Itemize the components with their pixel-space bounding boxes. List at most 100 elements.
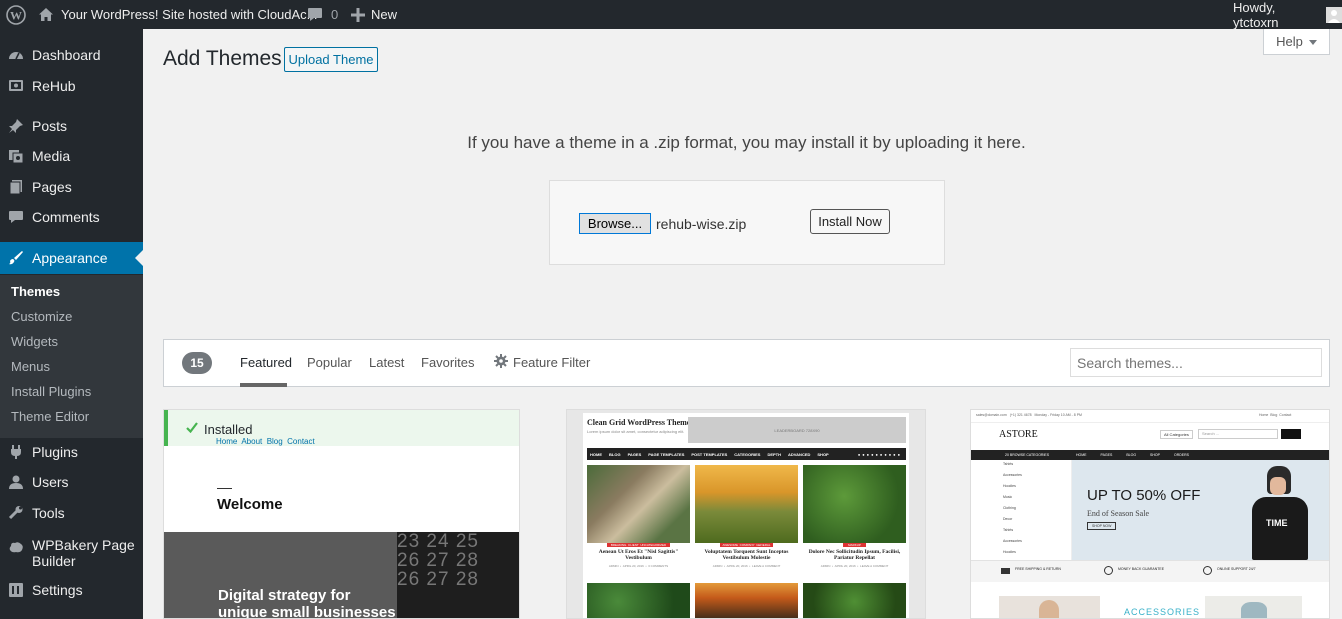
upload-form: Browse... rehub-wise.zip Install Now xyxy=(549,180,945,265)
post-meta: ADMIN • APRIL 20, 2016 • LEAVE A COMMENT xyxy=(712,564,781,568)
submenu-menus[interactable]: Menus xyxy=(11,359,50,374)
sidebar-item-label: Comments xyxy=(32,209,100,225)
preview-topbar-right: Home Blog Contact xyxy=(1259,413,1292,417)
preview-feature: FREE SHIPPING & RETURN xyxy=(1015,567,1061,571)
preview-category: Accessories xyxy=(1003,473,1022,477)
preview-promo-button: SHOP NOW xyxy=(1087,522,1117,530)
sidebar-item-tools[interactable]: Tools xyxy=(0,497,143,529)
tab-featured[interactable]: Featured xyxy=(240,355,292,370)
selected-file-name: rehub-wise.zip xyxy=(656,216,747,232)
sidebar-item-wpbakery[interactable]: WPBakery Page Builder xyxy=(0,534,143,574)
sidebar-item-posts[interactable]: Posts xyxy=(0,110,143,142)
preview-category-list: Tshirts Accessories Hoodies Music Clothi… xyxy=(999,460,1072,560)
search-themes-input[interactable] xyxy=(1070,348,1322,377)
comments-link[interactable]: 0 xyxy=(307,0,338,29)
tab-popular[interactable]: Popular xyxy=(307,355,352,370)
brush-icon xyxy=(8,250,24,266)
help-label: Help xyxy=(1276,34,1303,49)
submenu-themes[interactable]: Themes xyxy=(11,284,60,299)
help-tab-button[interactable]: Help xyxy=(1263,29,1330,55)
plus-icon xyxy=(351,7,365,22)
post-image-4 xyxy=(587,583,690,618)
gear-icon xyxy=(494,354,508,371)
submenu-customize[interactable]: Customize xyxy=(11,309,72,324)
preview-nav-item: BLOG xyxy=(1126,453,1137,457)
feature-filter-button[interactable]: Feature Filter xyxy=(494,354,590,371)
wpbakery-icon xyxy=(8,540,24,556)
caret-down-icon xyxy=(1308,34,1317,49)
tab-latest[interactable]: Latest xyxy=(369,355,404,370)
preview-logo: ASTORE xyxy=(999,429,1038,440)
post-title: Voluptatem Torquent Sunt Inceptos Vestib… xyxy=(704,549,789,561)
sidebar-item-settings[interactable]: Settings xyxy=(0,574,143,606)
sidebar-item-plugins[interactable]: Plugins xyxy=(0,436,143,468)
leaderboard-ad: LEADERBOARD 728X90 xyxy=(688,417,906,443)
preview-nav-item: DEPTH xyxy=(767,451,782,457)
sidebar-item-label: ReHub xyxy=(32,78,76,94)
post-meta: ADMIN • APRIL 20, 2016 • LEAVE A COMMENT xyxy=(820,564,889,568)
preview-category: Decor xyxy=(1003,517,1013,521)
home-icon xyxy=(38,7,54,22)
rehub-icon xyxy=(8,78,24,94)
preview-category: Tshirts xyxy=(1003,462,1014,466)
sidebar-item-appearance[interactable]: Appearance xyxy=(0,242,143,274)
tab-favorites[interactable]: Favorites xyxy=(421,355,474,370)
theme-preview-calendar: 23 24 25 26 27 28 26 27 28 xyxy=(397,532,519,618)
active-tab-indicator xyxy=(240,383,287,387)
preview-nav-item: ADVANCED xyxy=(788,451,811,457)
browse-button[interactable]: Browse... xyxy=(579,213,651,234)
theme-card-astore[interactable]: sales@domain.com (+1) 321 4678 Monday - … xyxy=(970,409,1330,619)
post-image-2 xyxy=(695,465,798,543)
upload-theme-button[interactable]: Upload Theme xyxy=(284,47,378,72)
sidebar-item-pages[interactable]: Pages xyxy=(0,171,143,203)
money-icon xyxy=(1104,566,1113,575)
preview-categories-select: All Categories xyxy=(1160,430,1193,439)
theme-filter-bar: 15 Featured Popular Latest Favorites Fea… xyxy=(163,339,1330,387)
account-menu[interactable]: Howdy, ytctoxrn xyxy=(1233,0,1342,30)
sidebar-item-dashboard[interactable]: Dashboard xyxy=(0,39,143,71)
sidebar-item-rehub[interactable]: ReHub xyxy=(0,70,143,102)
preview-divider xyxy=(217,488,232,489)
wordpress-logo-icon[interactable]: W xyxy=(6,0,26,29)
pin-icon xyxy=(8,118,24,134)
post-meta: ADMIN • APRIL 20, 2016 • 3 COMMENTS xyxy=(608,564,669,568)
install-now-button[interactable]: Install Now xyxy=(810,209,890,234)
preview-nav-item: PAGE TEMPLATES xyxy=(648,451,685,457)
submenu-widgets[interactable]: Widgets xyxy=(11,334,58,349)
support-icon xyxy=(1203,566,1212,575)
preview-category: Clothing xyxy=(1003,506,1016,510)
sidebar-item-label: Media xyxy=(32,148,71,164)
post-card-3: MARKUP Dolore Nec Sollicitudin Ipsum, Fa… xyxy=(803,543,906,577)
sidebar-item-users[interactable]: Users xyxy=(0,466,143,498)
greeting: Howdy, ytctoxrn xyxy=(1233,0,1279,30)
preview-nav-item: PAGES xyxy=(627,451,642,457)
sidebar-item-label: Pages xyxy=(32,179,72,195)
preview-topbar-divider xyxy=(971,422,1329,423)
submenu-theme-editor[interactable]: Theme Editor xyxy=(11,409,89,424)
post-image-1 xyxy=(587,465,690,543)
preview-nav-links: HOME PAGES BLOG SHOP ORDERS xyxy=(1076,453,1189,457)
post-image-3 xyxy=(803,465,906,543)
preview-model-figure: TIME xyxy=(1240,463,1318,560)
sidebar-item-label: Appearance xyxy=(32,250,108,266)
theme-count-badge: 15 xyxy=(182,352,212,374)
checkmark-icon xyxy=(186,421,198,436)
sidebar-item-media[interactable]: Media xyxy=(0,140,143,172)
site-name-link[interactable]: Your WordPress! Site hosted with CloudAc… xyxy=(38,0,318,29)
theme-preview-headline: Digital strategy for xyxy=(218,587,351,604)
theme-card-installed[interactable]: Installed Home About Blog Contact Welcom… xyxy=(163,409,520,619)
theme-card-clean-grid[interactable]: Clean Grid WordPress Theme Lorem ipsum d… xyxy=(566,409,926,619)
preview-search-placeholder: Search ... xyxy=(1202,431,1220,436)
submenu-install-plugins[interactable]: Install Plugins xyxy=(11,384,91,399)
sidebar-item-label: Posts xyxy=(32,118,68,134)
pages-icon xyxy=(8,179,24,195)
upload-instructions: If you have a theme in a .zip format, yo… xyxy=(467,133,1026,152)
preview-category: Hoodies xyxy=(1003,550,1016,554)
preview-product-2 xyxy=(1205,596,1302,618)
new-content-link[interactable]: New xyxy=(351,0,397,29)
preview-features-strip: FREE SHIPPING & RETURN MONEY BACK GUARAN… xyxy=(971,560,1329,582)
plug-icon xyxy=(8,444,24,460)
post-card-2: AWESOME COMPANY GENERAL Voluptatem Torqu… xyxy=(695,543,798,577)
preview-topbar-left: sales@domain.com (+1) 321 4678 Monday - … xyxy=(976,413,1082,417)
sidebar-item-comments[interactable]: Comments xyxy=(0,201,143,233)
